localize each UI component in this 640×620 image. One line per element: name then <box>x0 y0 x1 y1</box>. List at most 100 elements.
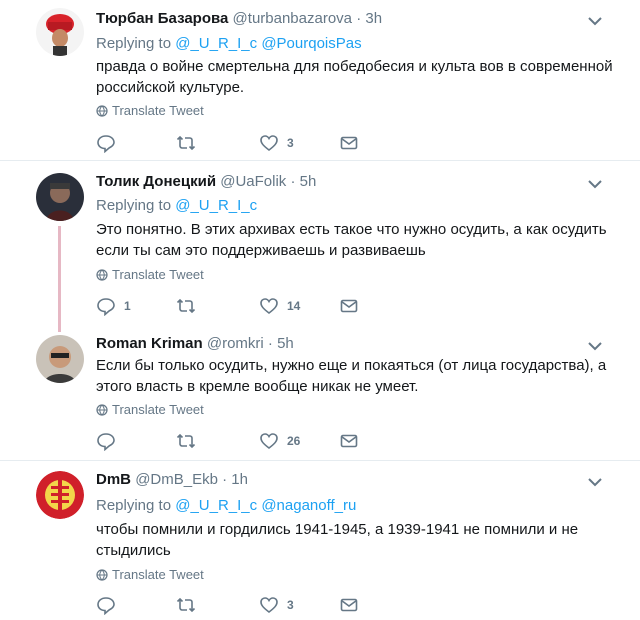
tweet-actions: 26 <box>96 431 396 453</box>
separator-dot: · <box>267 335 273 352</box>
retweet-button[interactable] <box>176 296 204 316</box>
reply-icon <box>97 135 115 153</box>
globe-icon <box>96 568 108 581</box>
tweet-actions: 3 <box>96 595 396 617</box>
replying-prefix: Replying to <box>96 197 172 214</box>
chevron-down-icon[interactable] <box>586 473 604 491</box>
translate-label[interactable]: Translate Tweet <box>112 267 204 282</box>
timestamp[interactable]: 3h <box>365 10 382 27</box>
reply-count: 1 <box>124 299 131 313</box>
mention-link[interactable]: @naganoff_ru <box>261 497 356 514</box>
translate-label[interactable]: Translate Tweet <box>112 402 204 417</box>
retweet-icon <box>176 298 196 314</box>
avatar[interactable] <box>36 173 84 221</box>
like-button[interactable]: 3 <box>259 133 294 153</box>
message-button[interactable] <box>339 296 359 316</box>
heart-icon <box>260 135 278 152</box>
chevron-down-icon[interactable] <box>586 337 604 355</box>
message-button[interactable] <box>339 133 359 153</box>
separator-dot: · <box>222 471 228 488</box>
like-count: 26 <box>287 434 301 448</box>
separator-dot: · <box>290 173 296 190</box>
retweet-button[interactable] <box>176 431 204 451</box>
tweet-header: DmB @DmB_Ekb · 1h <box>96 471 248 488</box>
tweet-actions: 3 <box>96 133 396 155</box>
like-button[interactable]: 26 <box>259 431 300 451</box>
chevron-down-icon[interactable] <box>586 175 604 193</box>
mention-link[interactable]: @_U_R_I_c <box>175 197 257 214</box>
mention-link[interactable]: @PourqoisPas <box>261 35 361 52</box>
like-count: 3 <box>287 598 294 612</box>
user-handle[interactable]: @romkri <box>207 335 264 352</box>
envelope-icon <box>340 299 358 313</box>
retweet-icon <box>176 597 196 613</box>
replying-prefix: Replying to <box>96 497 172 514</box>
tweet[interactable]: Тюрбан Базарова @turbanbazarova · 3h Rep… <box>0 0 640 160</box>
retweet-icon <box>176 433 196 449</box>
tweet[interactable]: DmB @DmB_Ekb · 1h Replying to @_U_R_I_c … <box>0 461 640 620</box>
reply-icon <box>97 597 115 615</box>
tweet-text: Если бы только осудить, нужно еще и пока… <box>96 357 607 395</box>
display-name[interactable]: Roman Kriman <box>96 335 203 352</box>
retweet-button[interactable] <box>176 595 204 615</box>
replying-to: Replying to @_U_R_I_c @PourqoisPas <box>96 35 362 52</box>
reply-icon <box>97 433 115 451</box>
avatar[interactable] <box>36 8 84 56</box>
heart-icon <box>260 597 278 614</box>
user-handle[interactable]: @turbanbazarova <box>233 10 352 27</box>
separator-dot: · <box>356 10 362 27</box>
globe-icon <box>96 104 108 117</box>
envelope-icon <box>340 598 358 612</box>
avatar[interactable] <box>36 471 84 519</box>
display-name[interactable]: DmB <box>96 471 131 488</box>
replying-to: Replying to @_U_R_I_c @naganoff_ru <box>96 497 356 514</box>
message-button[interactable] <box>339 431 359 451</box>
user-handle[interactable]: @DmB_Ekb <box>135 471 218 488</box>
chevron-down-icon[interactable] <box>586 12 604 30</box>
like-button[interactable]: 14 <box>259 296 300 316</box>
envelope-icon <box>340 136 358 150</box>
translate-tweet[interactable]: Translate Tweet <box>96 267 204 282</box>
tweet-header: Тюрбан Базарова @turbanbazarova · 3h <box>96 10 382 27</box>
globe-icon <box>96 268 108 281</box>
timestamp[interactable]: 5h <box>300 173 317 190</box>
tweet-header: Толик Донецкий @UaFolik · 5h <box>96 173 316 190</box>
reply-button[interactable]: 1 <box>96 296 131 316</box>
tweet-text: чтобы помнили и гордились 1941-1945, а 1… <box>96 521 579 559</box>
tweet[interactable]: Толик Донецкий @UaFolik · 5h Replying to… <box>0 161 640 325</box>
mention-link[interactable]: @_U_R_I_c <box>175 35 257 52</box>
avatar[interactable] <box>36 335 84 383</box>
like-count: 3 <box>287 136 294 150</box>
display-name[interactable]: Толик Донецкий <box>96 173 216 190</box>
translate-label[interactable]: Translate Tweet <box>112 103 204 118</box>
retweet-button[interactable] <box>176 133 204 153</box>
replying-prefix: Replying to <box>96 35 172 52</box>
reply-button[interactable] <box>96 431 124 451</box>
tweet-header: Roman Kriman @romkri · 5h <box>96 335 294 352</box>
translate-label[interactable]: Translate Tweet <box>112 567 204 582</box>
reply-button[interactable] <box>96 133 124 153</box>
heart-icon <box>260 433 278 450</box>
tweet-text: правда о войне смертельна для победобеси… <box>96 58 613 96</box>
like-count: 14 <box>287 299 301 313</box>
display-name[interactable]: Тюрбан Базарова <box>96 10 228 27</box>
globe-icon <box>96 403 108 416</box>
retweet-icon <box>176 135 196 151</box>
heart-icon <box>260 298 278 315</box>
reply-icon <box>97 298 115 316</box>
message-button[interactable] <box>339 595 359 615</box>
reply-button[interactable] <box>96 595 124 615</box>
replying-to: Replying to @_U_R_I_c <box>96 197 257 214</box>
timestamp[interactable]: 5h <box>277 335 294 352</box>
user-handle[interactable]: @UaFolik <box>220 173 286 190</box>
translate-tweet[interactable]: Translate Tweet <box>96 567 204 582</box>
translate-tweet[interactable]: Translate Tweet <box>96 103 204 118</box>
tweet[interactable]: Roman Kriman @romkri · 5h Если бы только… <box>0 325 640 459</box>
tweet-actions: 1 14 <box>96 296 396 318</box>
timestamp[interactable]: 1h <box>231 471 248 488</box>
envelope-icon <box>340 434 358 448</box>
tweet-text: Это понятно. В этих архивах есть такое ч… <box>96 221 607 259</box>
mention-link[interactable]: @_U_R_I_c <box>175 497 257 514</box>
translate-tweet[interactable]: Translate Tweet <box>96 402 204 417</box>
like-button[interactable]: 3 <box>259 595 294 615</box>
